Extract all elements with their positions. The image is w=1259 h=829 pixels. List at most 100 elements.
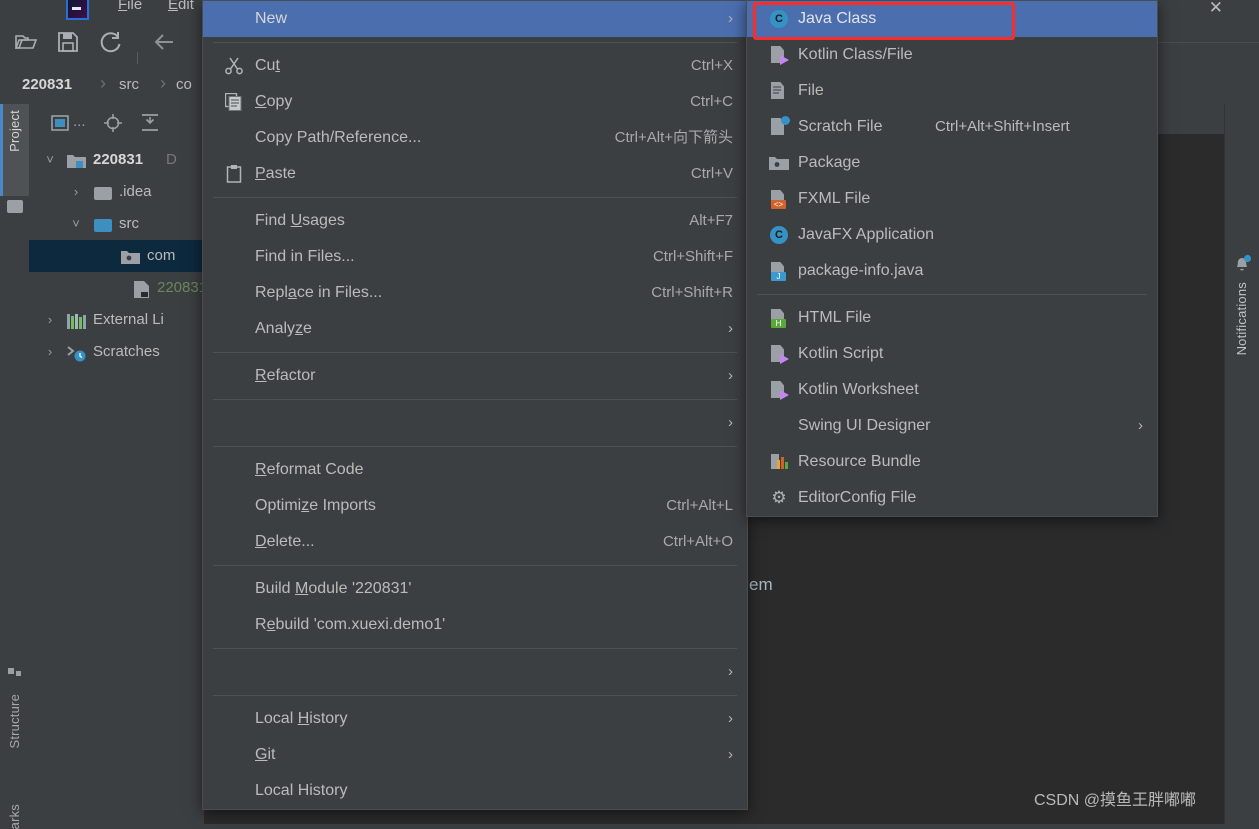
menu-item-find-usages[interactable]: Find Usages Alt+F7	[203, 203, 747, 239]
menu-item-repair-ide[interactable]: Local History	[203, 773, 747, 809]
breadcrumb-item-1[interactable]: src	[119, 76, 139, 93]
submenu-item-fxml-file[interactable]: <> FXML File	[747, 181, 1157, 217]
new-submenu[interactable]: C Java Class Kotlin Class/File File Scra…	[746, 0, 1158, 517]
menu-item-label: Local History	[255, 710, 348, 727]
submenu-item-label: Java Class	[798, 10, 877, 27]
chevron-right-icon: ›	[728, 367, 733, 384]
stripe-active-indicator	[0, 104, 3, 196]
menu-item-label: Refactor	[255, 367, 316, 384]
submenu-item-scratch-file[interactable]: Scratch File Ctrl+Alt+Shift+Insert	[747, 109, 1157, 145]
chevron-right-icon[interactable]: ›	[69, 176, 83, 208]
open-folder-icon[interactable]	[14, 30, 38, 54]
submenu-item-file[interactable]: File	[747, 73, 1157, 109]
tree-row-src[interactable]: ˅ src	[29, 208, 204, 240]
chevron-right-icon[interactable]: ›	[43, 304, 57, 336]
tree-label: com	[147, 247, 176, 264]
menu-item-copy[interactable]: Copy Ctrl+C	[203, 84, 747, 120]
submenu-item-label: Kotlin Script	[798, 345, 884, 362]
menu-separator	[213, 42, 737, 43]
submenu-item-kotlin-worksheet[interactable]: Kotlin Worksheet	[747, 372, 1157, 408]
stripe-button-structure[interactable]: Structure	[0, 660, 29, 790]
submenu-item-label: File	[798, 82, 824, 99]
menu-item-optimize-imports[interactable]: Optimize Imports Ctrl+Alt+L	[203, 488, 747, 524]
menu-item-git[interactable]: Git ›	[203, 737, 747, 773]
java-file-icon: J	[769, 261, 789, 281]
submenu-item-label: Package	[798, 154, 861, 171]
select-opened-file-icon[interactable]	[51, 115, 69, 131]
chevron-down-icon[interactable]: ˅	[43, 144, 57, 176]
submenu-item-java-class[interactable]: C Java Class	[747, 1, 1157, 40]
submenu-item-label: Kotlin Worksheet	[798, 381, 919, 398]
submenu-item-kotlin-script[interactable]: Kotlin Script	[747, 336, 1157, 372]
submenu-item-swing-ui-designer[interactable]: Swing UI Designer ›	[747, 408, 1157, 444]
menu-item-copy-path-reference[interactable]: Copy Path/Reference... Ctrl+Alt+向下箭头	[203, 120, 747, 156]
menu-item-local-history[interactable]: Local History ›	[203, 701, 747, 737]
menu-item-refactor[interactable]: Refactor ›	[203, 358, 747, 394]
stripe-label-project: Project	[7, 110, 22, 152]
menu-item-reformat-code[interactable]: Reformat Code	[203, 452, 747, 488]
java-file-icon	[134, 281, 149, 298]
menu-item-cut[interactable]: Cut Ctrl+X	[203, 48, 747, 84]
stripe-label-notifications: Notifications	[1234, 282, 1249, 356]
tree-row-scratches[interactable]: › Scratches	[29, 336, 204, 368]
module-folder-icon	[67, 155, 86, 168]
submenu-item-label: FXML File	[798, 190, 871, 207]
menu-item-open-in[interactable]: ›	[203, 654, 747, 690]
tree-row-project[interactable]: ˅ 220831 D	[29, 144, 204, 176]
kotlin-script-icon	[769, 344, 789, 364]
tree-row-java-file[interactable]: 220831	[29, 272, 208, 304]
scratches-icon	[67, 346, 86, 362]
menu-item-label: Local History	[255, 782, 348, 799]
save-all-icon[interactable]	[56, 30, 80, 54]
locate-icon[interactable]	[104, 114, 122, 132]
stripe-button-project[interactable]: Project	[0, 104, 29, 196]
tree-row-idea[interactable]: › .idea	[29, 176, 204, 208]
project-tree[interactable]: ˅ 220831 D › .idea ˅ src com 220831 › Ex…	[29, 144, 208, 368]
menu-item-accel: Ctrl+Alt+L	[666, 497, 733, 514]
menu-item-paste[interactable]: Paste Ctrl+V	[203, 156, 747, 192]
menu-item-label: Delete...	[255, 533, 315, 550]
folder-icon[interactable]	[7, 200, 23, 213]
close-icon[interactable]: ✕	[1209, 0, 1223, 18]
menu-item-delete[interactable]: Delete... Ctrl+Alt+O	[203, 524, 747, 560]
scratch-file-icon	[769, 116, 790, 137]
submenu-item-resource-bundle[interactable]: Resource Bundle	[747, 444, 1157, 480]
source-folder-icon	[94, 219, 112, 232]
submenu-item-label: EditorConfig File	[798, 489, 917, 506]
right-tool-stripe: Notifications	[1224, 104, 1259, 824]
bell-icon[interactable]	[1233, 254, 1252, 273]
stripe-label-structure: Structure	[7, 694, 22, 749]
menubar-item-file[interactable]: File	[118, 0, 142, 13]
menu-item-analyze[interactable]: Analyze ›	[203, 311, 747, 347]
menu-item-new[interactable]: New ›	[203, 1, 747, 37]
sync-refresh-icon[interactable]	[98, 30, 122, 54]
collapse-all-icon[interactable]	[141, 114, 159, 132]
package-icon	[769, 153, 789, 173]
submenu-item-kotlin-class-file[interactable]: Kotlin Class/File	[747, 37, 1157, 73]
submenu-item-package-info-java[interactable]: J package-info.java	[747, 253, 1157, 289]
submenu-item-package[interactable]: Package	[747, 145, 1157, 181]
stripe-label-bookmarks[interactable]: arks	[7, 804, 22, 829]
menu-item-bookmarks[interactable]: ›	[203, 405, 747, 441]
chevron-down-icon[interactable]: ˅	[69, 208, 83, 240]
menu-item-accel: Ctrl+C	[690, 93, 733, 110]
menu-item-build-module[interactable]: Build Module '220831'	[203, 571, 747, 607]
breadcrumb-item-2[interactable]: co	[176, 76, 192, 93]
kotlin-worksheet-icon	[769, 380, 789, 400]
tree-row-external-libraries[interactable]: › External Li	[29, 304, 204, 336]
chevron-right-icon[interactable]: ›	[43, 336, 57, 368]
menubar-item-edit[interactable]: Edit	[168, 0, 194, 13]
submenu-item-javafx-application[interactable]: C JavaFX Application	[747, 217, 1157, 253]
submenu-item-html-file[interactable]: H HTML File	[747, 300, 1157, 336]
submenu-item-editorconfig-file[interactable]: ⚙ EditorConfig File	[747, 480, 1157, 516]
tree-row-com[interactable]: com	[29, 240, 204, 272]
menu-item-rebuild[interactable]: Rebuild 'com.xuexi.demo1'	[203, 607, 747, 643]
chevron-right-icon: ›	[728, 710, 733, 727]
tree-label: 220831	[157, 279, 208, 296]
back-arrow-icon[interactable]	[152, 30, 176, 54]
menu-item-find-in-files[interactable]: Find in Files... Ctrl+Shift+F	[203, 239, 747, 275]
breadcrumb-item-0[interactable]: 220831	[22, 76, 72, 93]
context-menu[interactable]: New › Cut Ctrl+X Copy Ctrl+C Copy Path/R…	[202, 0, 748, 810]
more-icon[interactable]: ...	[73, 113, 86, 130]
menu-item-replace-in-files[interactable]: Replace in Files... Ctrl+Shift+R	[203, 275, 747, 311]
